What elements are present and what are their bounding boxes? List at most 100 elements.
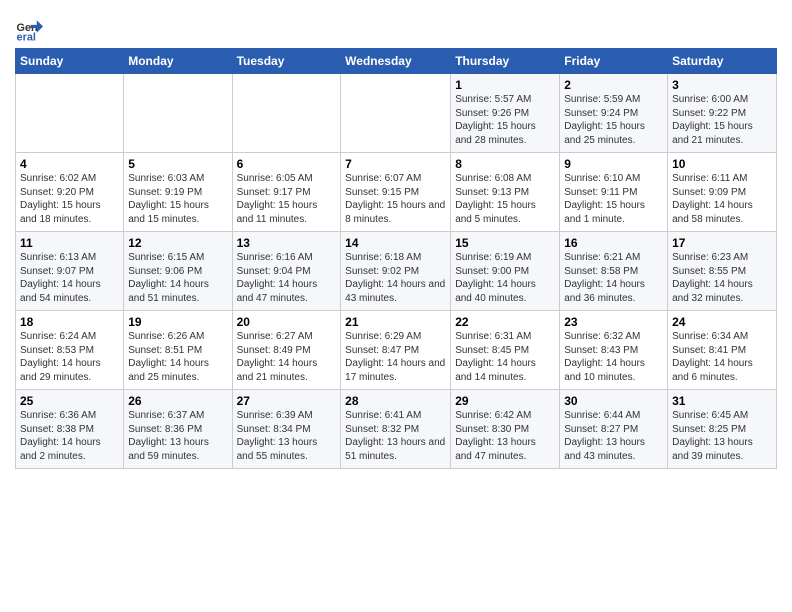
day-info: Sunrise: 6:36 AM Sunset: 8:38 PM Dayligh… — [20, 409, 119, 463]
day-cell: 3Sunrise: 6:00 AM Sunset: 9:22 PM Daylig… — [668, 74, 777, 153]
day-info: Sunrise: 6:24 AM Sunset: 8:53 PM Dayligh… — [20, 330, 119, 384]
day-number: 7 — [345, 157, 446, 171]
day-number: 18 — [20, 315, 119, 329]
day-number: 1 — [455, 78, 555, 92]
day-info: Sunrise: 6:42 AM Sunset: 8:30 PM Dayligh… — [455, 409, 555, 463]
week-row-1: 1Sunrise: 5:57 AM Sunset: 9:26 PM Daylig… — [16, 74, 777, 153]
day-cell: 25Sunrise: 6:36 AM Sunset: 8:38 PM Dayli… — [16, 390, 124, 469]
day-info: Sunrise: 6:16 AM Sunset: 9:04 PM Dayligh… — [237, 251, 337, 305]
header-cell-wednesday: Wednesday — [341, 49, 451, 74]
page-header: Gen eral — [15, 10, 777, 42]
day-number: 22 — [455, 315, 555, 329]
day-number: 5 — [128, 157, 227, 171]
day-number: 28 — [345, 394, 446, 408]
day-cell: 14Sunrise: 6:18 AM Sunset: 9:02 PM Dayli… — [341, 232, 451, 311]
day-cell: 22Sunrise: 6:31 AM Sunset: 8:45 PM Dayli… — [451, 311, 560, 390]
day-info: Sunrise: 6:23 AM Sunset: 8:55 PM Dayligh… — [672, 251, 772, 305]
day-number: 23 — [564, 315, 663, 329]
day-cell: 18Sunrise: 6:24 AM Sunset: 8:53 PM Dayli… — [16, 311, 124, 390]
day-number: 27 — [237, 394, 337, 408]
day-info: Sunrise: 6:29 AM Sunset: 8:47 PM Dayligh… — [345, 330, 446, 384]
day-cell: 6Sunrise: 6:05 AM Sunset: 9:17 PM Daylig… — [232, 153, 341, 232]
day-cell: 30Sunrise: 6:44 AM Sunset: 8:27 PM Dayli… — [560, 390, 668, 469]
day-info: Sunrise: 6:32 AM Sunset: 8:43 PM Dayligh… — [564, 330, 663, 384]
day-number: 25 — [20, 394, 119, 408]
day-cell — [341, 74, 451, 153]
day-cell: 21Sunrise: 6:29 AM Sunset: 8:47 PM Dayli… — [341, 311, 451, 390]
week-row-3: 11Sunrise: 6:13 AM Sunset: 9:07 PM Dayli… — [16, 232, 777, 311]
day-number: 9 — [564, 157, 663, 171]
day-number: 8 — [455, 157, 555, 171]
header-cell-thursday: Thursday — [451, 49, 560, 74]
day-cell: 9Sunrise: 6:10 AM Sunset: 9:11 PM Daylig… — [560, 153, 668, 232]
logo: Gen eral — [15, 14, 47, 42]
day-number: 4 — [20, 157, 119, 171]
day-number: 11 — [20, 236, 119, 250]
day-number: 31 — [672, 394, 772, 408]
day-number: 14 — [345, 236, 446, 250]
svg-text:eral: eral — [17, 31, 36, 42]
day-cell: 31Sunrise: 6:45 AM Sunset: 8:25 PM Dayli… — [668, 390, 777, 469]
day-cell: 19Sunrise: 6:26 AM Sunset: 8:51 PM Dayli… — [124, 311, 232, 390]
day-cell: 24Sunrise: 6:34 AM Sunset: 8:41 PM Dayli… — [668, 311, 777, 390]
day-cell: 11Sunrise: 6:13 AM Sunset: 9:07 PM Dayli… — [16, 232, 124, 311]
day-number: 16 — [564, 236, 663, 250]
day-cell — [124, 74, 232, 153]
week-row-4: 18Sunrise: 6:24 AM Sunset: 8:53 PM Dayli… — [16, 311, 777, 390]
day-number: 13 — [237, 236, 337, 250]
header-cell-saturday: Saturday — [668, 49, 777, 74]
day-info: Sunrise: 6:18 AM Sunset: 9:02 PM Dayligh… — [345, 251, 446, 305]
day-info: Sunrise: 6:44 AM Sunset: 8:27 PM Dayligh… — [564, 409, 663, 463]
day-info: Sunrise: 6:45 AM Sunset: 8:25 PM Dayligh… — [672, 409, 772, 463]
day-info: Sunrise: 6:19 AM Sunset: 9:00 PM Dayligh… — [455, 251, 555, 305]
day-info: Sunrise: 6:02 AM Sunset: 9:20 PM Dayligh… — [20, 172, 119, 226]
day-info: Sunrise: 6:10 AM Sunset: 9:11 PM Dayligh… — [564, 172, 663, 226]
day-info: Sunrise: 6:15 AM Sunset: 9:06 PM Dayligh… — [128, 251, 227, 305]
week-row-5: 25Sunrise: 6:36 AM Sunset: 8:38 PM Dayli… — [16, 390, 777, 469]
day-info: Sunrise: 6:39 AM Sunset: 8:34 PM Dayligh… — [237, 409, 337, 463]
day-cell: 28Sunrise: 6:41 AM Sunset: 8:32 PM Dayli… — [341, 390, 451, 469]
day-number: 21 — [345, 315, 446, 329]
day-info: Sunrise: 6:13 AM Sunset: 9:07 PM Dayligh… — [20, 251, 119, 305]
day-number: 26 — [128, 394, 227, 408]
logo-icon: Gen eral — [15, 14, 43, 42]
day-info: Sunrise: 6:07 AM Sunset: 9:15 PM Dayligh… — [345, 172, 446, 226]
day-info: Sunrise: 6:03 AM Sunset: 9:19 PM Dayligh… — [128, 172, 227, 226]
day-cell: 5Sunrise: 6:03 AM Sunset: 9:19 PM Daylig… — [124, 153, 232, 232]
calendar-table: SundayMondayTuesdayWednesdayThursdayFrid… — [15, 48, 777, 469]
day-cell: 26Sunrise: 6:37 AM Sunset: 8:36 PM Dayli… — [124, 390, 232, 469]
day-info: Sunrise: 6:27 AM Sunset: 8:49 PM Dayligh… — [237, 330, 337, 384]
day-info: Sunrise: 6:08 AM Sunset: 9:13 PM Dayligh… — [455, 172, 555, 226]
day-info: Sunrise: 6:31 AM Sunset: 8:45 PM Dayligh… — [455, 330, 555, 384]
day-cell: 16Sunrise: 6:21 AM Sunset: 8:58 PM Dayli… — [560, 232, 668, 311]
day-number: 19 — [128, 315, 227, 329]
day-info: Sunrise: 5:57 AM Sunset: 9:26 PM Dayligh… — [455, 93, 555, 147]
header-cell-monday: Monday — [124, 49, 232, 74]
day-cell — [16, 74, 124, 153]
day-info: Sunrise: 6:26 AM Sunset: 8:51 PM Dayligh… — [128, 330, 227, 384]
day-number: 29 — [455, 394, 555, 408]
day-number: 20 — [237, 315, 337, 329]
day-cell: 20Sunrise: 6:27 AM Sunset: 8:49 PM Dayli… — [232, 311, 341, 390]
day-number: 15 — [455, 236, 555, 250]
day-number: 12 — [128, 236, 227, 250]
day-cell: 1Sunrise: 5:57 AM Sunset: 9:26 PM Daylig… — [451, 74, 560, 153]
day-cell: 4Sunrise: 6:02 AM Sunset: 9:20 PM Daylig… — [16, 153, 124, 232]
day-number: 17 — [672, 236, 772, 250]
day-info: Sunrise: 5:59 AM Sunset: 9:24 PM Dayligh… — [564, 93, 663, 147]
day-number: 24 — [672, 315, 772, 329]
day-info: Sunrise: 6:21 AM Sunset: 8:58 PM Dayligh… — [564, 251, 663, 305]
day-info: Sunrise: 6:34 AM Sunset: 8:41 PM Dayligh… — [672, 330, 772, 384]
day-cell: 12Sunrise: 6:15 AM Sunset: 9:06 PM Dayli… — [124, 232, 232, 311]
day-number: 6 — [237, 157, 337, 171]
day-cell: 27Sunrise: 6:39 AM Sunset: 8:34 PM Dayli… — [232, 390, 341, 469]
day-cell: 17Sunrise: 6:23 AM Sunset: 8:55 PM Dayli… — [668, 232, 777, 311]
week-row-2: 4Sunrise: 6:02 AM Sunset: 9:20 PM Daylig… — [16, 153, 777, 232]
day-number: 2 — [564, 78, 663, 92]
day-info: Sunrise: 6:11 AM Sunset: 9:09 PM Dayligh… — [672, 172, 772, 226]
header-cell-friday: Friday — [560, 49, 668, 74]
header-row: SundayMondayTuesdayWednesdayThursdayFrid… — [16, 49, 777, 74]
day-cell: 15Sunrise: 6:19 AM Sunset: 9:00 PM Dayli… — [451, 232, 560, 311]
header-cell-sunday: Sunday — [16, 49, 124, 74]
calendar-header: SundayMondayTuesdayWednesdayThursdayFrid… — [16, 49, 777, 74]
